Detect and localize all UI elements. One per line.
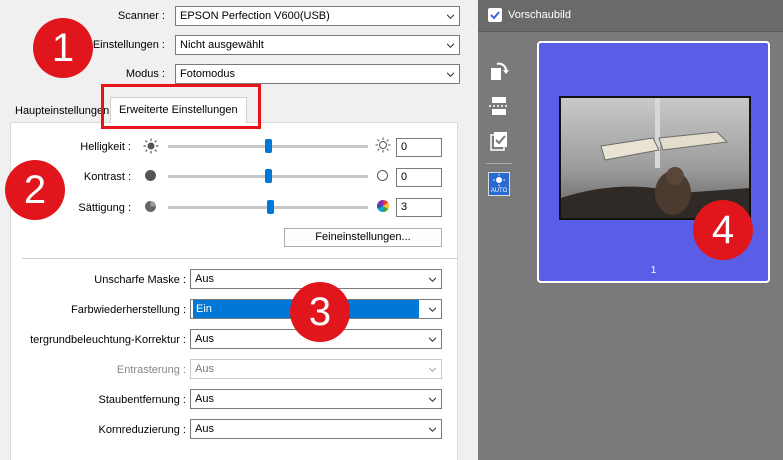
- contrast-slider-thumb[interactable]: [265, 169, 272, 183]
- saturation-high-icon: [376, 200, 390, 212]
- auto-label: AUTO: [490, 188, 508, 194]
- grain-reduction-value: Aus: [195, 423, 214, 435]
- chevron-down-icon: [447, 14, 454, 19]
- fine-adjustments-button[interactable]: Feineinstellungen...: [284, 228, 442, 247]
- section-divider: [22, 258, 458, 259]
- annotation-badge-2: 2: [5, 160, 65, 220]
- saturation-label: Sättigung :: [78, 202, 131, 214]
- annotation-badge-1: 1: [33, 18, 93, 78]
- chevron-down-icon: [429, 397, 436, 402]
- preset-label: n-Einstellungen :: [83, 39, 165, 51]
- backlight-correction-value: Aus: [195, 333, 214, 345]
- dust-removal-value: Aus: [195, 393, 214, 405]
- contrast-high-icon: [377, 170, 388, 181]
- saturation-slider-thumb[interactable]: [267, 200, 274, 214]
- flip-icon[interactable]: [488, 95, 510, 117]
- brightness-low-icon: [143, 138, 159, 154]
- select-all-icon[interactable]: [488, 130, 510, 152]
- brightness-high-icon: [375, 137, 391, 153]
- contrast-label: Kontrast :: [83, 171, 131, 183]
- descreening-value: Aus: [195, 363, 214, 375]
- contrast-value-input[interactable]: 0: [396, 168, 442, 187]
- mode-value: Fotomodus: [180, 68, 236, 80]
- thumbnail-checkbox-label: Vorschaubild: [508, 9, 571, 21]
- dust-removal-select[interactable]: Aus: [190, 389, 442, 409]
- grain-reduction-select[interactable]: Aus: [190, 419, 442, 439]
- backlight-correction-label: tergrundbeleuchtung-Korrektur :: [30, 334, 186, 346]
- descreening-select: Aus: [190, 359, 442, 379]
- brightness-value-input[interactable]: 0: [396, 138, 442, 157]
- saturation-low-icon: [145, 201, 156, 212]
- chevron-down-icon: [447, 43, 454, 48]
- advanced-settings-pane: [10, 122, 458, 460]
- color-restoration-label: Farbwiederherstellung :: [71, 304, 186, 316]
- tab-main-settings[interactable]: Haupteinstellungen: [10, 99, 114, 123]
- tab-advanced-settings[interactable]: Erweiterte Einstellungen: [110, 97, 247, 123]
- chevron-down-icon: [429, 337, 436, 342]
- chevron-down-icon: [429, 277, 436, 282]
- saturation-value-input[interactable]: 3: [396, 198, 442, 217]
- grain-reduction-label: Kornreduzierung :: [98, 424, 186, 436]
- mode-label: Modus :: [125, 68, 165, 80]
- auto-exposure-icon[interactable]: AUTO: [488, 172, 510, 196]
- chevron-down-icon: [429, 367, 436, 372]
- chevron-down-icon: [429, 307, 436, 312]
- unsharp-mask-value: Aus: [195, 273, 214, 285]
- scanner-label: Scanner :: [117, 10, 165, 22]
- thumbnail-number: 1: [650, 265, 657, 276]
- preview-panel: Vorschaubild AUTO 1 4: [478, 0, 783, 460]
- settings-panel: Scanner : EPSON Perfection V600(USB) n-E…: [0, 0, 478, 460]
- annotation-badge-3: 3: [290, 282, 350, 342]
- contrast-low-icon: [145, 170, 156, 181]
- descreening-label: Entrasterung :: [116, 364, 186, 376]
- chevron-down-icon: [447, 72, 454, 77]
- toolbar-divider: [486, 163, 512, 164]
- dust-removal-label: Staubentfernung :: [98, 394, 186, 406]
- brightness-label: Helligkeit :: [80, 141, 131, 153]
- preset-value: Nicht ausgewählt: [180, 39, 264, 51]
- preview-header: Vorschaubild: [478, 0, 783, 32]
- rotate-icon[interactable]: [488, 60, 510, 82]
- brightness-slider-thumb[interactable]: [265, 139, 272, 153]
- mode-select[interactable]: Fotomodus: [175, 64, 460, 84]
- unsharp-mask-label: Unscharfe Maske :: [94, 274, 186, 286]
- scanner-select[interactable]: EPSON Perfection V600(USB): [175, 6, 460, 26]
- annotation-badge-4: 4: [693, 200, 753, 260]
- chevron-down-icon: [429, 427, 436, 432]
- checkmark-icon: [490, 11, 500, 20]
- thumbnail-checkbox[interactable]: [488, 8, 502, 22]
- preset-select[interactable]: Nicht ausgewählt: [175, 35, 460, 55]
- scanner-value: EPSON Perfection V600(USB): [180, 10, 330, 22]
- sun-icon: [493, 174, 505, 186]
